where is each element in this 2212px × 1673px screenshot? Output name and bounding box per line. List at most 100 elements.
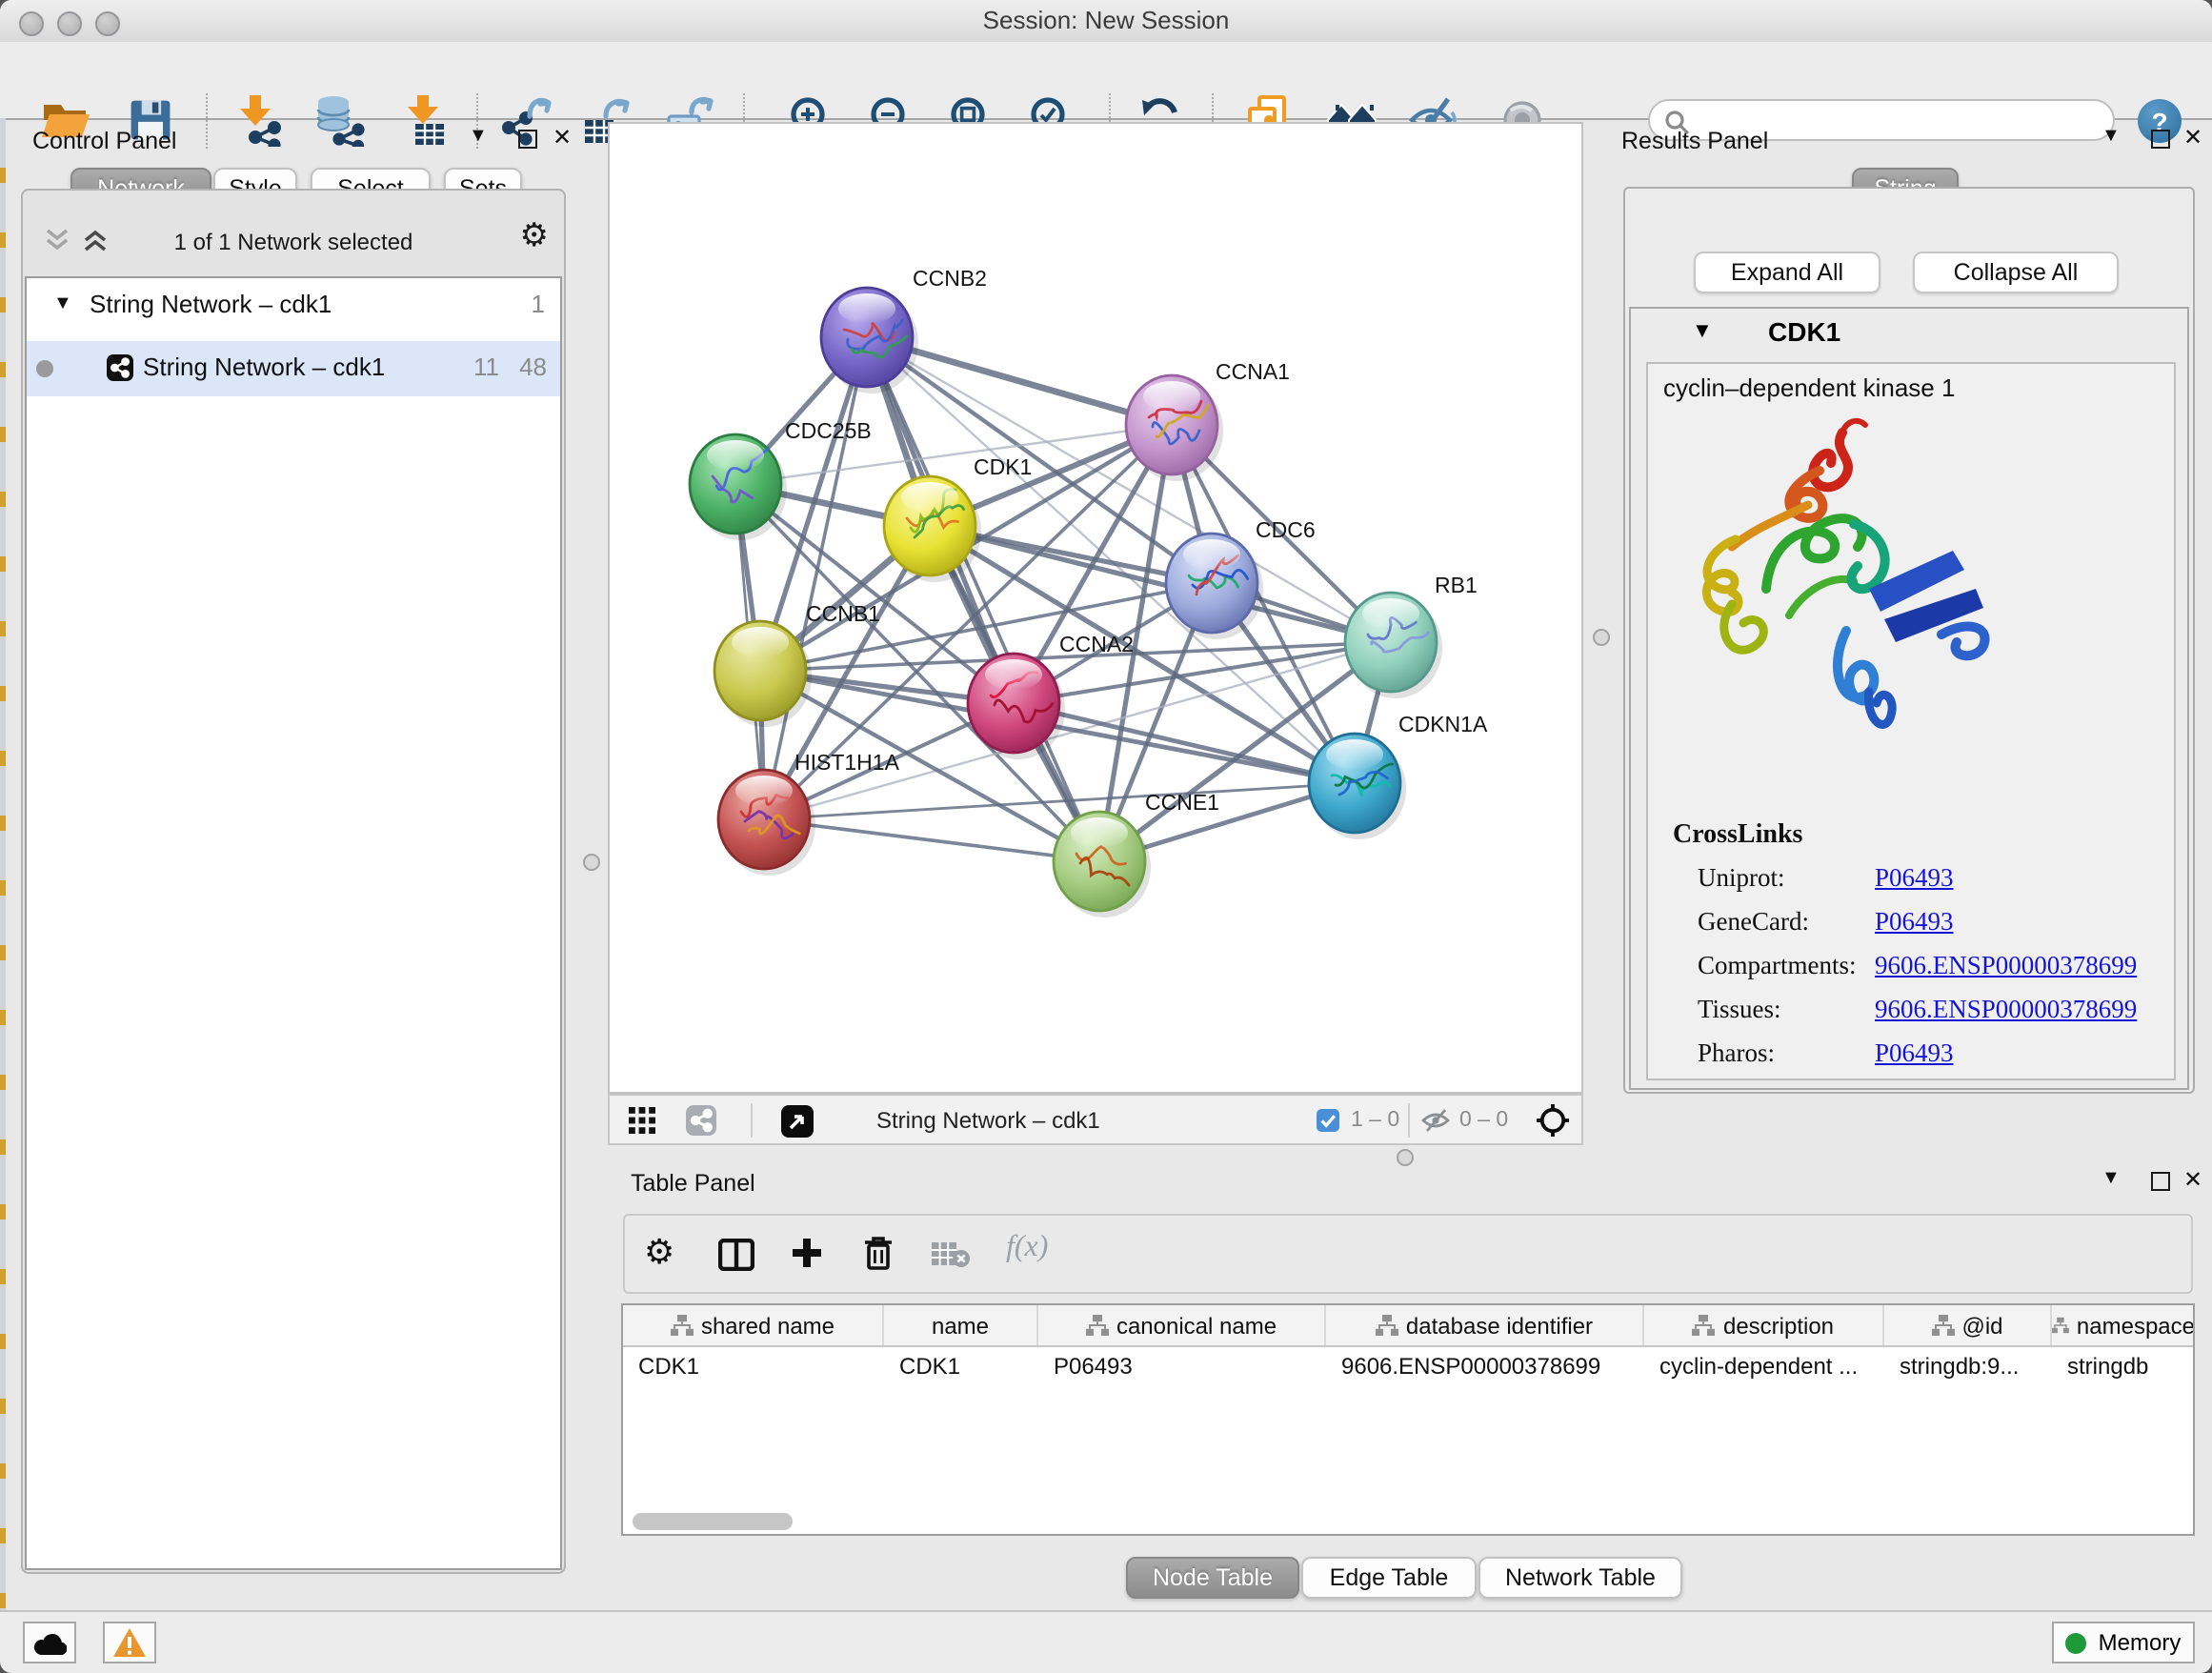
column-header-canonical-name[interactable]: canonical name <box>1038 1305 1326 1345</box>
column-header-database-identifier[interactable]: database identifier <box>1326 1305 1644 1345</box>
crosslink-label: GeneCard: <box>1698 907 1875 934</box>
column-header-name[interactable]: name <box>884 1305 1038 1345</box>
network-node-rb1[interactable]: RB1 <box>1345 573 1478 698</box>
network-node-cdk1[interactable]: CDK1 <box>884 454 1032 582</box>
table-panel-close-icon[interactable]: ✕ <box>2183 1166 2202 1193</box>
gene-section: ▼ CDK1 cyclin–dependent kinase 1 <box>1629 307 2189 1090</box>
node-label-ccne1: CCNE1 <box>1145 790 1219 815</box>
network-share-view-icon[interactable] <box>686 1105 716 1136</box>
network-list-panel: 1 of 1 Network selected ⚙ ▼ String Netwo… <box>21 189 566 1574</box>
column-header--id[interactable]: @id <box>1884 1305 2052 1345</box>
crosslinks-heading: CrossLinks <box>1673 821 1802 852</box>
network-tree-root-row[interactable]: ▼ String Network – cdk1 1 <box>27 278 560 341</box>
table-cell-shared-name[interactable]: CDK1 <box>623 1347 884 1385</box>
column-header-description[interactable]: description <box>1644 1305 1884 1345</box>
network-tree-row-selected[interactable]: String Network – cdk1 11 48 <box>27 341 560 396</box>
horizontal-scrollbar[interactable] <box>633 1513 793 1530</box>
delete-table-icon-disabled <box>932 1240 970 1267</box>
network-node-cdc6[interactable]: CDC6 <box>1166 517 1316 639</box>
bar-separator <box>1408 1103 1410 1138</box>
column-header-shared-name[interactable]: shared name <box>623 1305 884 1345</box>
crosslink-label: Pharos: <box>1698 1038 1875 1065</box>
function-builder-icon-disabled: f(x) <box>1006 1231 1048 1265</box>
warnings-button[interactable] <box>103 1622 156 1663</box>
table-cell-namespace[interactable]: stringdb <box>2052 1347 2195 1385</box>
status-bar: Memory <box>0 1610 2212 1673</box>
tab-network-table-label: Network Table <box>1505 1564 1656 1591</box>
splitter-handle-left[interactable] <box>583 854 600 871</box>
control-panel: Control Panel ▼ ✕ Network Style Select S… <box>11 118 575 1610</box>
network-edge-ccnb2-ccne1[interactable] <box>867 337 1099 861</box>
crosslink-value-link[interactable]: 9606.ENSP00000378699 <box>1875 995 2137 1021</box>
bar-separator <box>751 1103 753 1138</box>
expand-all-label: Expand All <box>1731 259 1843 286</box>
results-panel-float-icon[interactable] <box>2151 130 2170 149</box>
table-panel-menu-icon[interactable]: ▼ <box>2101 1168 2121 1189</box>
table-cell-name[interactable]: CDK1 <box>884 1347 1038 1385</box>
crosslink-row: GeneCard:P06493 <box>1698 907 2162 934</box>
network-node-cdkn1a[interactable]: CDKN1A <box>1309 712 1488 839</box>
tree-expand-icon[interactable]: ▼ <box>53 293 72 314</box>
control-panel-float-icon[interactable] <box>518 130 537 149</box>
network-graph[interactable]: CCNB2CCNA1CDC25BCDK1CDC6RB1CCNB1CCNA2CDK… <box>610 124 1581 1092</box>
gear-icon[interactable]: ⚙ <box>520 217 550 255</box>
crosslink-value-link[interactable]: P06493 <box>1875 863 1954 890</box>
network-name-label: String Network – cdk1 <box>143 353 385 381</box>
crosslink-value-link[interactable]: P06493 <box>1875 907 1954 934</box>
section-collapse-icon[interactable]: ▼ <box>1692 320 1713 343</box>
table-cell-database-identifier[interactable]: 9606.ENSP00000378699 <box>1326 1347 1644 1385</box>
memory-button[interactable]: Memory <box>2052 1622 2195 1663</box>
table-row[interactable]: CDK1CDK1P064939606.ENSP00000378699cyclin… <box>623 1347 2193 1385</box>
table-cell-description[interactable]: cyclin-dependent ... <box>1644 1347 1884 1385</box>
network-canvas[interactable]: CCNB2CCNA1CDC25BCDK1CDC6RB1CCNB1CCNA2CDK… <box>608 122 1583 1094</box>
results-panel-close-icon[interactable]: ✕ <box>2183 124 2202 151</box>
crosslink-row: Pharos:P06493 <box>1698 1038 2162 1065</box>
table-cell--id[interactable]: stringdb:9... <box>1884 1347 2052 1385</box>
edge-count: 48 <box>519 353 547 381</box>
collapse-all-button[interactable]: Collapse All <box>1913 252 2119 293</box>
cloud-icon <box>32 1630 67 1655</box>
selected-count: 1 – 0 <box>1351 1109 1399 1132</box>
application-window: Session: New Session <box>0 0 2212 1671</box>
control-panel-menu-icon[interactable]: ▼ <box>469 126 488 147</box>
table-gear-icon[interactable]: ⚙ <box>644 1233 674 1273</box>
control-panel-close-icon[interactable]: ✕ <box>553 124 572 151</box>
network-edge-ccnb2-hist1h1a[interactable] <box>764 337 867 819</box>
network-node-ccnb2[interactable]: CCNB2 <box>821 266 987 393</box>
selected-checkbox-icon[interactable] <box>1317 1109 1339 1132</box>
crosslink-value-link[interactable]: P06493 <box>1875 1038 1954 1065</box>
expand-all-button[interactable]: Expand All <box>1694 252 1880 293</box>
delete-column-icon[interactable] <box>863 1235 894 1271</box>
network-share-badge-icon <box>107 354 133 381</box>
node-label-cdk1: CDK1 <box>974 454 1032 479</box>
tab-network-table[interactable]: Network Table <box>1478 1557 1682 1599</box>
add-column-icon[interactable] <box>791 1237 823 1269</box>
table-panel-title: Table Panel <box>631 1170 755 1197</box>
gene-description: cyclin–dependent kinase 1 <box>1663 373 1955 402</box>
crosslink-label: Uniprot: <box>1698 863 1875 890</box>
network-node-ccne1[interactable]: CCNE1 <box>1054 790 1219 917</box>
string-results-box: Expand All Collapse All ▼ CDK1 cyclin–de… <box>1623 187 2195 1094</box>
crosshair-icon[interactable] <box>1536 1103 1570 1138</box>
node-label-cdc6: CDC6 <box>1256 517 1316 542</box>
table-cell-canonical-name[interactable]: P06493 <box>1038 1347 1326 1385</box>
attribute-tree-icon <box>2052 1315 2069 1336</box>
split-columns-icon[interactable] <box>718 1239 754 1271</box>
grid-view-icon[interactable] <box>629 1107 655 1134</box>
window-titlebar: Session: New Session <box>0 0 2212 44</box>
gene-details: cyclin–dependent kinase 1 <box>1646 362 2176 1080</box>
crosslink-label: Compartments: <box>1698 951 1875 978</box>
network-node-ccna1[interactable]: CCNA1 <box>1126 359 1290 481</box>
tab-edge-table[interactable]: Edge Table <box>1301 1557 1477 1599</box>
crosslink-label: Tissues: <box>1698 995 1875 1021</box>
node-label-ccnb2: CCNB2 <box>913 266 987 291</box>
column-header-namespace[interactable]: namespace <box>2052 1305 2195 1345</box>
table-panel-float-icon[interactable] <box>2151 1172 2170 1191</box>
tab-node-table[interactable]: Node Table <box>1126 1557 1299 1599</box>
birds-eye-view-icon[interactable] <box>781 1105 814 1138</box>
crosslink-row: Tissues:9606.ENSP00000378699 <box>1698 995 2162 1021</box>
results-panel-menu-icon[interactable]: ▼ <box>2101 126 2121 147</box>
network-node-ccnb1[interactable]: CCNB1 <box>714 601 880 727</box>
cloud-status-button[interactable] <box>23 1622 76 1663</box>
crosslink-value-link[interactable]: 9606.ENSP00000378699 <box>1875 951 2137 978</box>
